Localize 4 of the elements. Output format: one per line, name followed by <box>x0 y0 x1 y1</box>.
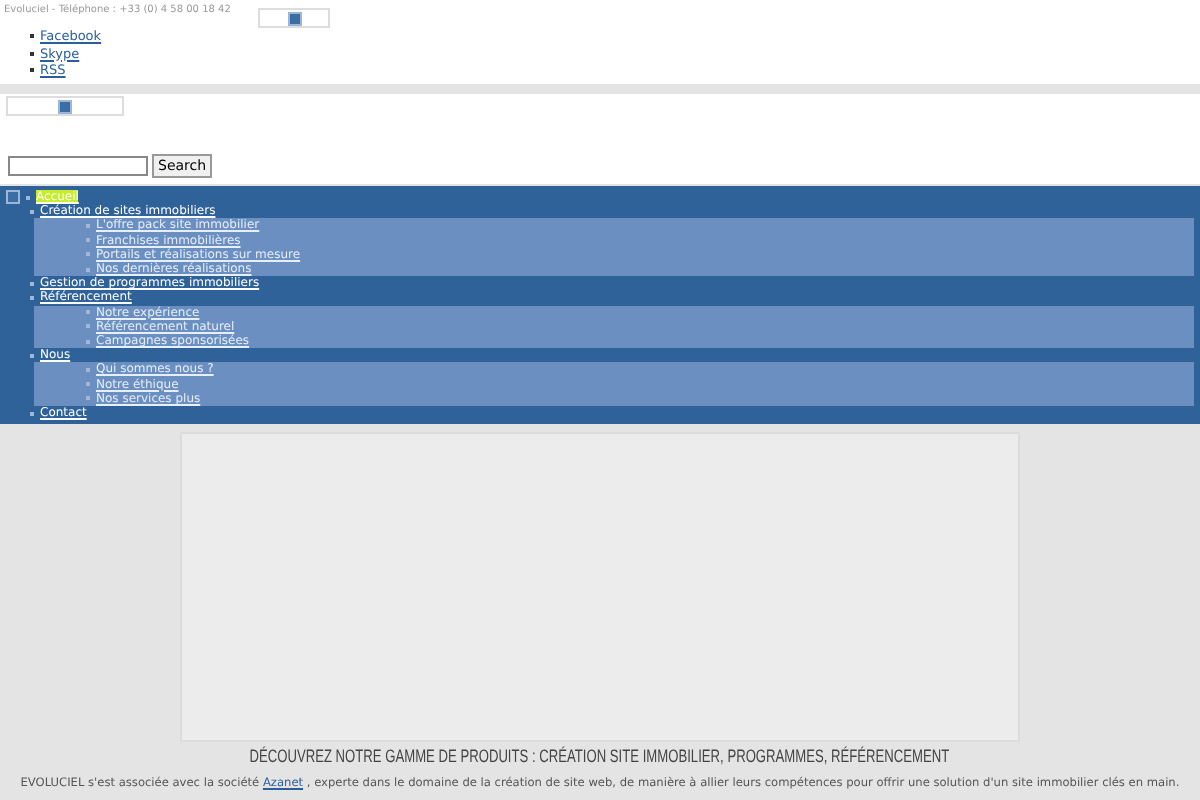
section-heading: DÉCOUVREZ NOTRE GAMME DE PRODUITS : CRÉATION SITE IMMOBILIER, PROGRAMMES, RÉFÉRENCEMENT <box>250 746 950 769</box>
search-field[interactable] <box>8 156 148 176</box>
broken-image-icon <box>58 99 72 113</box>
broken-image-icon <box>287 11 301 25</box>
